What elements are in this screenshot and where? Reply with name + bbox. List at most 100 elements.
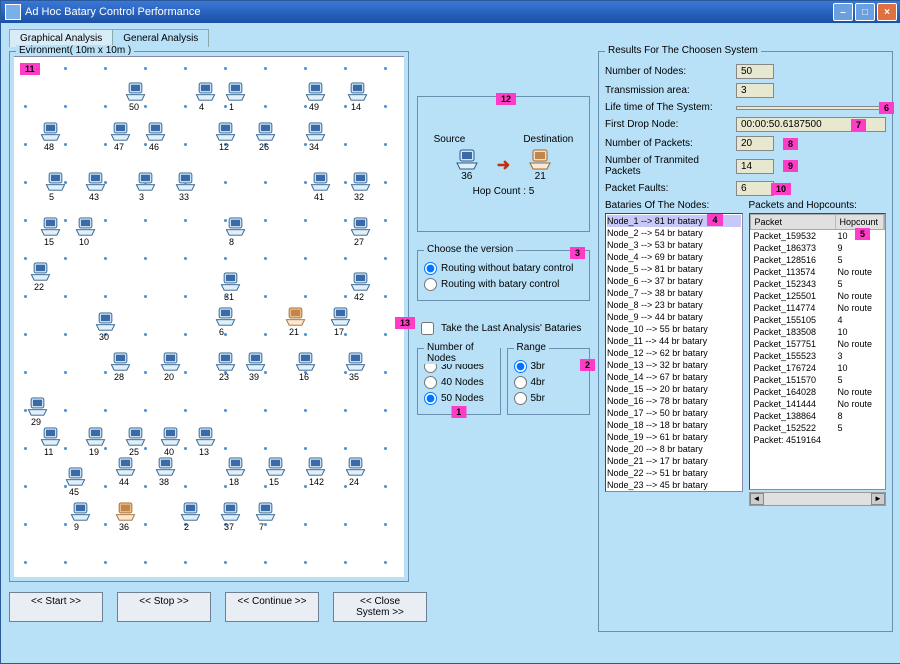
batary-row[interactable]: Node_9 --> 44 br batary (607, 311, 741, 323)
node-13[interactable]: 13 (194, 427, 217, 447)
close-button[interactable]: × (877, 3, 897, 21)
node-46[interactable]: 46 (144, 122, 167, 142)
packet-row[interactable]: Packet_1525225 (750, 422, 886, 434)
node-25[interactable]: 25 (124, 427, 147, 447)
node-6[interactable]: 6 (214, 307, 237, 327)
node-35[interactable]: 35 (344, 352, 367, 372)
batary-row[interactable]: Node_21 --> 17 br batary (607, 455, 741, 467)
batary-row[interactable]: Node_18 --> 18 br batary (607, 419, 741, 431)
batary-row[interactable]: Node_3 --> 53 br batary (607, 239, 741, 251)
node-16[interactable]: 16 (294, 352, 317, 372)
node-47[interactable]: 47 (109, 122, 132, 142)
node-20[interactable]: 20 (159, 352, 182, 372)
node-30[interactable]: 30 (94, 312, 117, 332)
node-43[interactable]: 43 (84, 172, 107, 192)
batary-row[interactable]: Node_11 --> 44 br batary (607, 335, 741, 347)
continue-button[interactable]: << Continue >> (225, 592, 319, 622)
radio-without-batary[interactable]: Routing without batary control (424, 262, 583, 275)
node-38[interactable]: 38 (154, 457, 177, 477)
batary-row[interactable]: Node_13 --> 32 br batary (607, 359, 741, 371)
packet-row[interactable]: Packet_141444No route (750, 398, 886, 410)
radio-5br[interactable]: 5br (514, 392, 584, 405)
batary-row[interactable]: Node_14 --> 67 br batary (607, 371, 741, 383)
node-21[interactable]: 21 (284, 307, 307, 327)
packet-row[interactable]: Packet_113574No route (750, 266, 886, 278)
node-19[interactable]: 19 (84, 427, 107, 447)
batary-row[interactable]: Node_2 --> 54 br batary (607, 227, 741, 239)
radio-50[interactable]: 50 Nodes (424, 392, 494, 405)
radio-4br[interactable]: 4br (514, 376, 584, 389)
packet-row[interactable]: Packet_1551054 (750, 314, 886, 326)
node-50[interactable]: 50 (124, 82, 147, 102)
batary-row[interactable]: Node_6 --> 37 br batary (607, 275, 741, 287)
node-48[interactable]: 48 (39, 122, 62, 142)
batary-row[interactable]: Node_4 --> 69 br batary (607, 251, 741, 263)
packet-row[interactable]: Packet_1285165 (750, 254, 886, 266)
node-18[interactable]: 18 (224, 457, 247, 477)
maximize-button[interactable]: □ (855, 3, 875, 21)
node-23[interactable]: 23 (214, 352, 237, 372)
packet-row[interactable]: Packet_114774No route (750, 302, 886, 314)
batary-row[interactable]: Node_5 --> 81 br batary (607, 263, 741, 275)
node-42[interactable]: 42 (349, 272, 372, 292)
node-7[interactable]: 7 (254, 502, 277, 522)
node-40[interactable]: 40 (159, 427, 182, 447)
scroll-right-icon[interactable]: ► (871, 493, 885, 505)
node-44[interactable]: 44 (114, 457, 137, 477)
radio-with-batary[interactable]: Routing with batary control (424, 278, 583, 291)
batary-row[interactable]: Node_7 --> 38 br batary (607, 287, 741, 299)
stop-button[interactable]: << Stop >> (117, 592, 211, 622)
node-31[interactable]: 31 (219, 272, 242, 292)
batary-row[interactable]: Node_23 --> 45 br batary (607, 479, 741, 491)
packets-hscroll[interactable]: ◄ ► (749, 492, 887, 506)
node-11[interactable]: 11 (39, 427, 62, 447)
node-2[interactable]: 2 (179, 502, 202, 522)
radio-40[interactable]: 40 Nodes (424, 376, 494, 389)
node-14[interactable]: 14 (346, 82, 369, 102)
node-45[interactable]: 45 (64, 467, 87, 487)
node-24[interactable]: 24 (344, 457, 367, 477)
packet-row[interactable]: Packet_18350810 (750, 326, 886, 338)
packets-listbox[interactable]: Packet Hopcount Packet_15953210Packet_18… (749, 213, 887, 490)
node-29[interactable]: 29 (26, 397, 49, 417)
node-10[interactable]: 10 (74, 217, 97, 237)
node-3[interactable]: 3 (134, 172, 157, 192)
batary-row[interactable]: Node_19 --> 61 br batary (607, 431, 741, 443)
node-22[interactable]: 22 (29, 262, 52, 282)
take-last-checkbox[interactable]: Take the Last Analysis' Bataries (417, 319, 590, 338)
node-39[interactable]: 39 (244, 352, 267, 372)
node-5[interactable]: 5 (44, 172, 67, 192)
node-15[interactable]: 15 (39, 217, 62, 237)
batary-row[interactable]: Node_20 --> 8 br batary (607, 443, 741, 455)
packet-row[interactable]: Packet_17672410 (750, 362, 886, 374)
batary-row[interactable]: Node_17 --> 50 br batary (607, 407, 741, 419)
batary-row[interactable]: Node_16 --> 78 br batary (607, 395, 741, 407)
packet-row[interactable]: Packet_164028No route (750, 386, 886, 398)
node-8[interactable]: 8 (224, 217, 247, 237)
packet-row[interactable]: Packet_1388648 (750, 410, 886, 422)
node-49[interactable]: 49 (304, 82, 327, 102)
node-28[interactable]: 28 (109, 352, 132, 372)
close-system-button[interactable]: << Close System >> (333, 592, 427, 622)
packet-row[interactable]: Packet_1515705 (750, 374, 886, 386)
node-36[interactable]: 36 (114, 502, 137, 522)
start-button[interactable]: << Start >> (9, 592, 103, 622)
batary-row[interactable]: Node_15 --> 20 br batary (607, 383, 741, 395)
batary-row[interactable]: Node_12 --> 62 br batary (607, 347, 741, 359)
node-26[interactable]: 26 (254, 122, 277, 142)
node-15[interactable]: 15 (264, 457, 287, 477)
packet-row[interactable]: Packet: 4519164 (750, 434, 886, 446)
node-4[interactable]: 4 (194, 82, 217, 102)
bataries-listbox[interactable]: Node_1 --> 81 br bataryNode_2 --> 54 br … (605, 213, 743, 492)
radio-3br[interactable]: 3br (514, 360, 584, 373)
packet-row[interactable]: Packet_1523435 (750, 278, 886, 290)
packet-row[interactable]: Packet_1863739 (750, 242, 886, 254)
batary-row[interactable]: Node_8 --> 23 br batary (607, 299, 741, 311)
node-33[interactable]: 33 (174, 172, 197, 192)
packet-row[interactable]: Packet_125501No route (750, 290, 886, 302)
node-41[interactable]: 41 (309, 172, 332, 192)
node-32[interactable]: 32 (349, 172, 372, 192)
node-37[interactable]: 37 (219, 502, 242, 522)
node-12[interactable]: 12 (214, 122, 237, 142)
node-17[interactable]: 17 (329, 307, 352, 327)
